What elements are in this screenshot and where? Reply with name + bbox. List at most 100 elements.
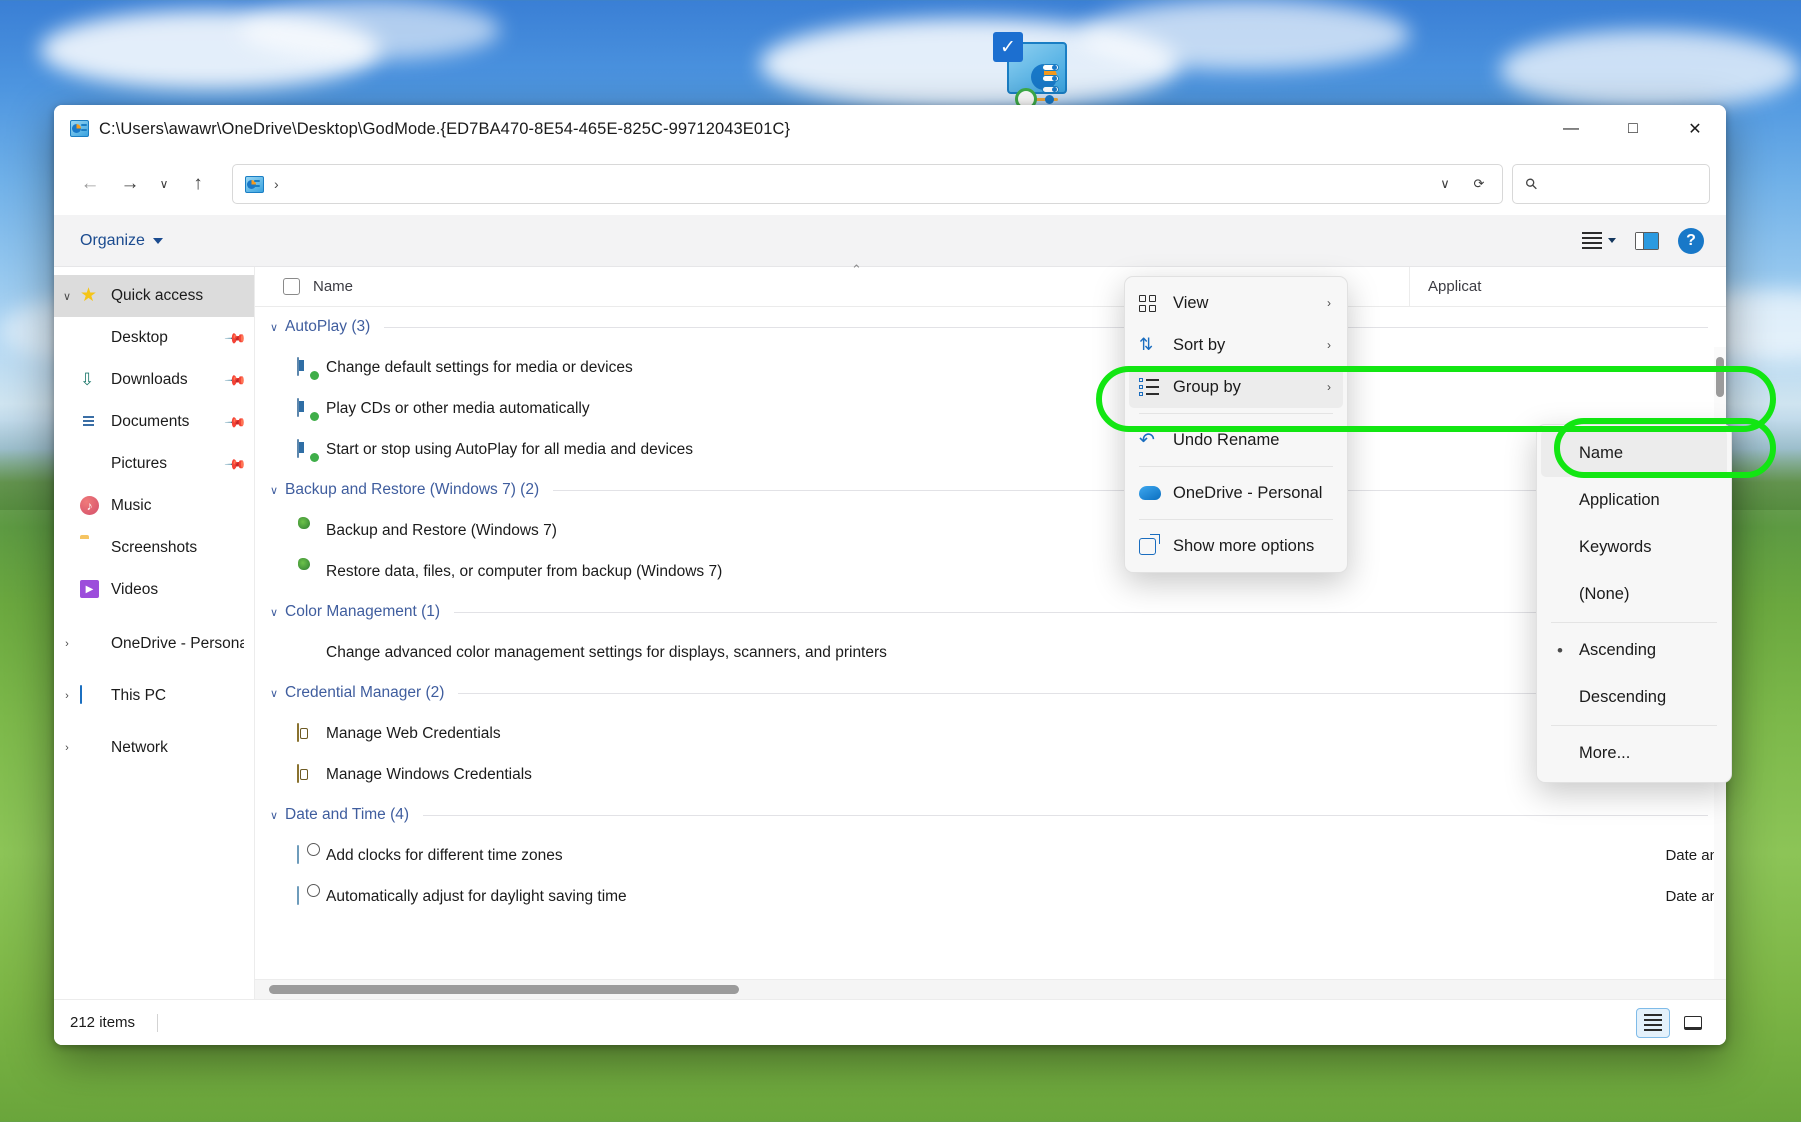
- sidebar-item-label: Downloads: [111, 371, 188, 389]
- minimize-button[interactable]: —: [1540, 105, 1602, 153]
- group-header-label: AutoPlay (3): [285, 318, 370, 336]
- context-menu-item-label: Show more options: [1173, 537, 1314, 556]
- submenu-item-more[interactable]: More...: [1541, 730, 1727, 777]
- sidebar-item-pictures[interactable]: Pictures 📌: [54, 443, 254, 485]
- list-item[interactable]: Backup and Restore (Windows 7): [255, 510, 1726, 551]
- sidebar-item-videos[interactable]: ▶ Videos: [54, 569, 254, 611]
- details-view-button[interactable]: [1636, 1008, 1670, 1038]
- context-menu-item-onedrive-personal[interactable]: OneDrive - Personal: [1129, 472, 1343, 514]
- list-item[interactable]: Manage Windows Credentials Credent: [255, 754, 1726, 795]
- context-menu-item-label: Group by: [1173, 378, 1241, 397]
- group-header-credential-manager[interactable]: ∨ Credential Manager (2): [255, 673, 1726, 713]
- recent-locations-icon[interactable]: ∨: [150, 166, 178, 202]
- submenu-separator: [1551, 725, 1717, 726]
- sidebar-item-screenshots[interactable]: Screenshots: [54, 527, 254, 569]
- submenu-item-none[interactable]: (None): [1541, 571, 1727, 618]
- submenu-item-descending[interactable]: Descending: [1541, 674, 1727, 721]
- group-header-date-and-time[interactable]: ∨ Date and Time (4): [255, 795, 1726, 835]
- chevron-right-icon[interactable]: ›: [54, 690, 80, 702]
- up-button[interactable]: ↑: [178, 166, 218, 202]
- address-bar[interactable]: › ∨ ⟳: [232, 164, 1503, 204]
- context-menu-item-undo-rename[interactable]: ↶ Undo Rename: [1129, 419, 1343, 461]
- credential-icon: [297, 724, 317, 744]
- list-item[interactable]: Automatically adjust for daylight saving…: [255, 876, 1726, 917]
- chevron-down-icon[interactable]: ∨: [263, 809, 285, 822]
- list-item-label: Change advanced color management setting…: [326, 644, 887, 662]
- submenu-item-name[interactable]: Name: [1541, 430, 1727, 477]
- submenu-item-application[interactable]: Application: [1541, 477, 1727, 524]
- chevron-down-icon[interactable]: ∨: [263, 687, 285, 700]
- sidebar-item-onedrive-personal[interactable]: › OneDrive - Personal: [54, 623, 254, 665]
- organize-button[interactable]: Organize: [70, 226, 173, 256]
- grid-icon: [1139, 295, 1173, 312]
- group-header-autoplay[interactable]: ∨ AutoPlay (3): [255, 307, 1726, 347]
- group-by-icon: [1139, 378, 1173, 396]
- sidebar-item-music[interactable]: ♪ Music: [54, 485, 254, 527]
- chevron-right-icon: ›: [1327, 380, 1331, 394]
- horizontal-scrollbar[interactable]: [255, 979, 1726, 999]
- help-button[interactable]: ?: [1672, 223, 1710, 259]
- list-item-label: Backup and Restore (Windows 7): [326, 522, 557, 540]
- chevron-right-icon[interactable]: ›: [54, 742, 80, 754]
- group-header-backup-and-restore[interactable]: ∨ Backup and Restore (Windows 7) (2): [255, 470, 1726, 510]
- maximize-button[interactable]: □: [1602, 105, 1664, 153]
- vertical-scrollbar-thumb[interactable]: [1716, 357, 1724, 397]
- chevron-right-icon: ›: [1327, 296, 1331, 310]
- select-all-checkbox[interactable]: [283, 278, 300, 295]
- view-options-button[interactable]: [1576, 223, 1622, 259]
- list-item[interactable]: Change default settings for media or dev…: [255, 347, 1726, 388]
- sidebar-item-label: OneDrive - Personal: [111, 635, 244, 653]
- sidebar-item-desktop[interactable]: Desktop 📌: [54, 317, 254, 359]
- submenu-item-ascending[interactable]: • Ascending: [1541, 627, 1727, 674]
- chevron-down-icon[interactable]: ∨: [263, 606, 285, 619]
- sidebar-item-downloads[interactable]: ⇩ Downloads 📌: [54, 359, 254, 401]
- submenu-item-label: Application: [1579, 491, 1660, 510]
- column-header-application[interactable]: Applicat: [1410, 267, 1481, 307]
- list-item[interactable]: Change advanced color management setting…: [255, 632, 1726, 673]
- close-button[interactable]: ✕: [1664, 105, 1726, 153]
- file-list[interactable]: ∨ AutoPlay (3) Change default settings f…: [255, 307, 1726, 979]
- sidebar-item-network[interactable]: › Network: [54, 727, 254, 769]
- details-pane-button[interactable]: [1628, 223, 1666, 259]
- large-icons-view-icon: [1684, 1016, 1702, 1030]
- backup-icon: [297, 562, 317, 582]
- list-item[interactable]: Play CDs or other media automatically: [255, 388, 1726, 429]
- submenu-item-keywords[interactable]: Keywords: [1541, 524, 1727, 571]
- large-icons-view-button[interactable]: [1676, 1008, 1710, 1038]
- sidebar-item-documents[interactable]: Documents 📌: [54, 401, 254, 443]
- pin-icon: 📌: [223, 326, 247, 350]
- chevron-down-icon[interactable]: ∨: [54, 290, 80, 303]
- hamburger-icon: [1582, 232, 1602, 249]
- more-options-icon: [1139, 538, 1173, 555]
- group-header-color-management[interactable]: ∨ Color Management (1): [255, 592, 1726, 632]
- address-dropdown-icon[interactable]: ∨: [1428, 167, 1462, 201]
- list-item[interactable]: Add clocks for different time zones Date…: [255, 835, 1726, 876]
- sidebar-item-this-pc[interactable]: › This PC: [54, 675, 254, 717]
- context-menu-item-sort-by[interactable]: ⇅ Sort by ›: [1129, 324, 1343, 366]
- list-item[interactable]: Start or stop using AutoPlay for all med…: [255, 429, 1726, 470]
- datetime-icon: [297, 887, 317, 907]
- group-header-label: Color Management (1): [285, 603, 440, 621]
- context-menu-item-show-more-options[interactable]: Show more options: [1129, 525, 1343, 567]
- list-item[interactable]: Manage Web Credentials Credent: [255, 713, 1726, 754]
- godmode-desktop-icon[interactable]: ✓: [993, 32, 1067, 96]
- title-bar: C:\Users\awawr\OneDrive\Desktop\GodMode.…: [54, 105, 1726, 153]
- context-menu-item-group-by[interactable]: Group by ›: [1129, 366, 1343, 408]
- switch-glyph: [1042, 64, 1059, 71]
- file-explorer-window: C:\Users\awawr\OneDrive\Desktop\GodMode.…: [54, 105, 1726, 1045]
- horizontal-scrollbar-thumb[interactable]: [269, 985, 739, 994]
- refresh-icon[interactable]: ⟳: [1462, 167, 1496, 201]
- forward-button[interactable]: →: [110, 166, 150, 202]
- chevron-right-icon[interactable]: ›: [54, 638, 80, 650]
- sidebar-item-quick-access[interactable]: ∨ ★ Quick access: [54, 275, 254, 317]
- search-input[interactable]: ⚲: [1512, 164, 1710, 204]
- chevron-down-icon[interactable]: ∨: [263, 484, 285, 497]
- back-button[interactable]: ←: [70, 166, 110, 202]
- list-item[interactable]: Restore data, files, or computer from ba…: [255, 551, 1726, 592]
- context-menu-item-view[interactable]: View ›: [1129, 282, 1343, 324]
- submenu-item-label: Ascending: [1579, 641, 1656, 660]
- sidebar-item-label: Network: [111, 739, 168, 757]
- switch-glyph: [1042, 86, 1059, 93]
- sidebar-item-label: Pictures: [111, 455, 167, 473]
- chevron-down-icon[interactable]: ∨: [263, 321, 285, 334]
